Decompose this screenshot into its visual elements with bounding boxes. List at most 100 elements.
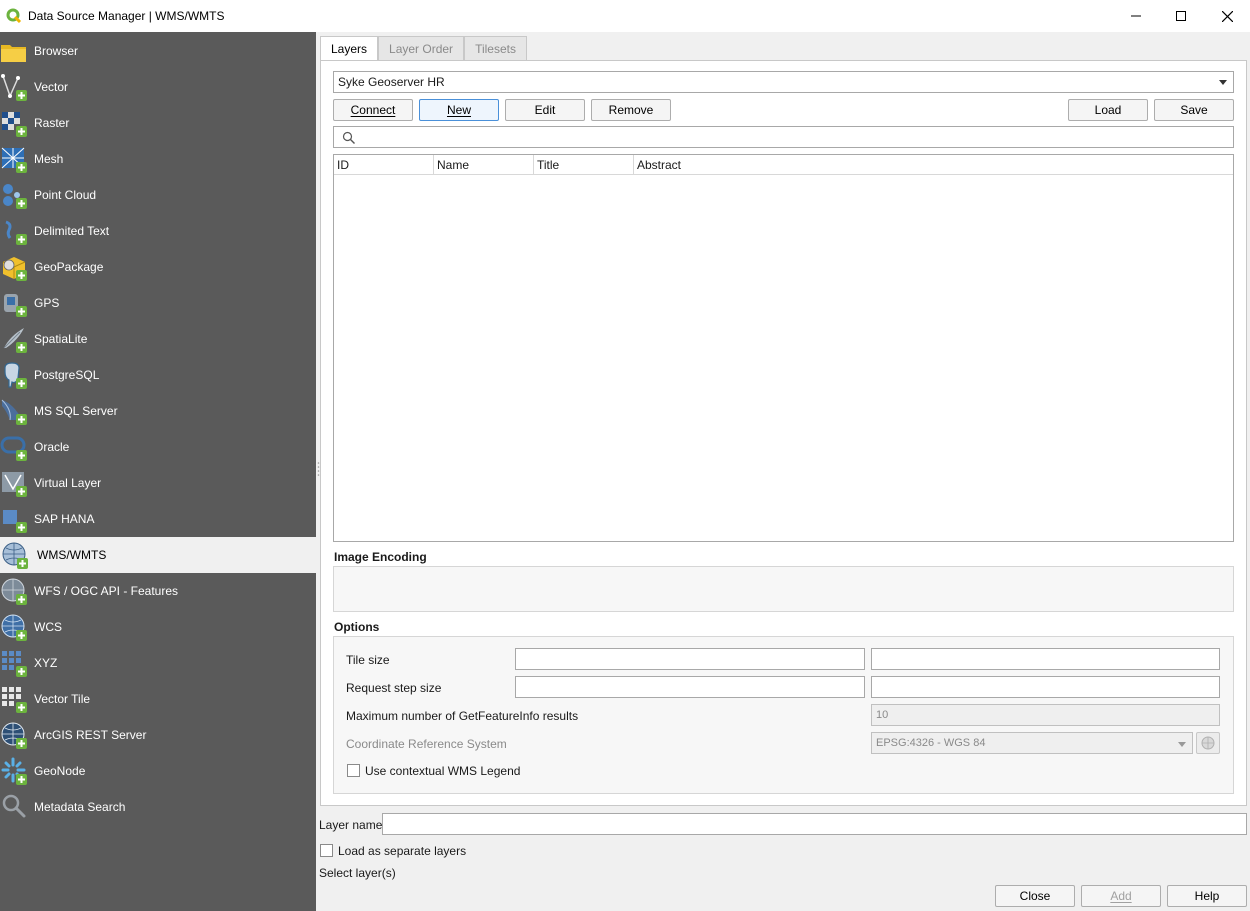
vector-icon [1,74,27,101]
image-encoding-group [333,566,1234,612]
sidebar-item-label: SpatiaLite [34,332,88,346]
layer-search-input[interactable] [333,126,1234,148]
layer-name-input[interactable] [382,813,1247,835]
contextual-legend-checkbox[interactable] [347,764,360,777]
column-header-name[interactable]: Name [434,155,534,175]
image-encoding-title: Image Encoding [334,550,427,564]
qgis-logo-icon [6,8,22,24]
geonode-icon [1,757,27,785]
sidebar-item-mesh[interactable]: Mesh [0,141,316,177]
sidebar-item-label: GPS [34,296,60,310]
load-button[interactable]: Load [1068,99,1148,121]
close-button[interactable]: Close [995,885,1075,907]
sidebar-item-point-cloud[interactable]: Point Cloud [0,177,316,213]
crs-select[interactable]: EPSG:4326 - WGS 84 [871,732,1193,754]
minimize-button[interactable] [1113,0,1159,32]
sidebar-item-label: Metadata Search [34,800,126,814]
sidebar-item-label: Raster [34,116,70,130]
sidebar-item-spatialite[interactable]: SpatiaLite [0,321,316,357]
column-header-abstract[interactable]: Abstract [634,155,1233,175]
tab-tilesets[interactable]: Tilesets [464,36,527,60]
separate-layers-checkbox[interactable] [320,844,333,857]
sidebar-item-oracle[interactable]: Oracle [0,429,316,465]
mesh-icon [1,147,27,173]
column-header-id[interactable]: ID [334,155,434,175]
column-header-title[interactable]: Title [534,155,634,175]
crs-label: Coordinate Reference System [346,737,507,751]
virtual-layer-icon [2,472,27,497]
sidebar-item-sap-hana[interactable]: SAP HANA [0,501,316,537]
sidebar-item-wcs[interactable]: WCS [0,609,316,645]
delimited-text-icon [5,220,27,245]
remove-button[interactable]: Remove [591,99,671,121]
sidebar-item-vector[interactable]: Vector [0,69,316,105]
save-button[interactable]: Save [1154,99,1234,121]
sidebar-item-gps[interactable]: GPS [0,285,316,321]
tab-layers[interactable]: Layers [320,36,379,61]
sidebar-item-label: Vector [34,80,69,94]
tile-height-input[interactable] [871,648,1220,670]
tile-width-input[interactable] [515,648,865,670]
xyz-icon [2,651,27,677]
mssql-icon [1,399,27,425]
crs-select-value: EPSG:4326 - WGS 84 [876,737,986,749]
tab-layer-order[interactable]: Layer Order [378,36,465,60]
request-step-size-label: Request step size [346,681,442,695]
separate-layers-label: Load as separate layers [338,844,467,858]
layers-table-header: ID Name Title Abstract [334,155,1233,175]
sidebar-item-xyz[interactable]: XYZ [0,645,316,681]
vector-tile-icon [2,687,27,713]
sidebar-item-geopackage[interactable]: GeoPackage [0,249,316,285]
sidebar-item-wfs[interactable]: WFS / OGC API - Features [0,573,316,609]
wcs-icon [1,614,27,641]
sidebar-item-virtual-layer[interactable]: Virtual Layer [0,465,316,501]
layers-table[interactable]: ID Name Title Abstract [333,154,1234,542]
sidebar-item-arcgis-rest-server[interactable]: ArcGIS REST Server [0,717,316,753]
new-button[interactable]: New [419,99,499,121]
sidebar-item-raster[interactable]: Raster [0,105,316,141]
sidebar-item-postgresql[interactable]: PostgreSQL [0,357,316,393]
sap-hana-icon [3,510,27,533]
window-title: Data Source Manager | WMS/WMTS [28,9,225,23]
connection-select[interactable]: Syke Geoserver HR [333,71,1234,93]
sidebar-item-browser[interactable]: Browser [0,33,316,69]
sidebar-item-label: Delimited Text [34,224,110,238]
search-icon [342,131,355,144]
options-title: Options [334,620,380,634]
crs-selector-button[interactable] [1196,732,1220,754]
edit-button[interactable]: Edit [505,99,585,121]
connect-button[interactable]: Connect [333,99,413,121]
sidebar-item-label: GeoPackage [34,260,104,274]
help-button[interactable]: Help [1167,885,1247,907]
status-text: Select layer(s) [319,866,396,880]
sidebar-item-label: XYZ [34,656,58,670]
postgresql-icon [4,362,27,389]
sidebar-item-wms-wmts[interactable]: WMS/WMTS [0,537,316,573]
sidebar-item-label: MS SQL Server [34,404,118,418]
tile-size-label: Tile size [346,653,390,667]
sidebar-item-metadata-search[interactable]: Metadata Search [0,789,316,825]
sidebar-item-label: GeoNode [34,764,86,778]
sidebar-item-delimited-text[interactable]: Delimited Text [0,213,316,249]
step-height-input[interactable] [871,676,1220,698]
step-width-input[interactable] [515,676,865,698]
gps-icon [4,294,27,317]
sidebar-item-vector-tile[interactable]: Vector Tile [0,681,316,717]
max-featureinfo-input[interactable]: 10 [871,704,1220,726]
sidebar-item-label: WMS/WMTS [37,548,107,562]
close-icon [1221,10,1233,22]
add-button[interactable]: Add [1081,885,1161,907]
sidebar-item-ms-sql-server[interactable]: MS SQL Server [0,393,316,429]
save-button-label: Save [1180,103,1208,117]
arcgis-icon [1,722,27,749]
geopackage-icon [2,257,27,281]
new-button-label: New [446,103,471,117]
maximize-button[interactable] [1158,0,1204,32]
sidebar-item-label: Virtual Layer [34,476,102,490]
chevron-down-icon [1178,742,1186,747]
close-window-button[interactable] [1204,0,1250,32]
sidebar-item-label: Vector Tile [34,692,91,706]
sidebar-item-label: ArcGIS REST Server [34,728,147,742]
sidebar-item-geonode[interactable]: GeoNode [0,753,316,789]
connect-button-label: Connect [350,103,396,117]
